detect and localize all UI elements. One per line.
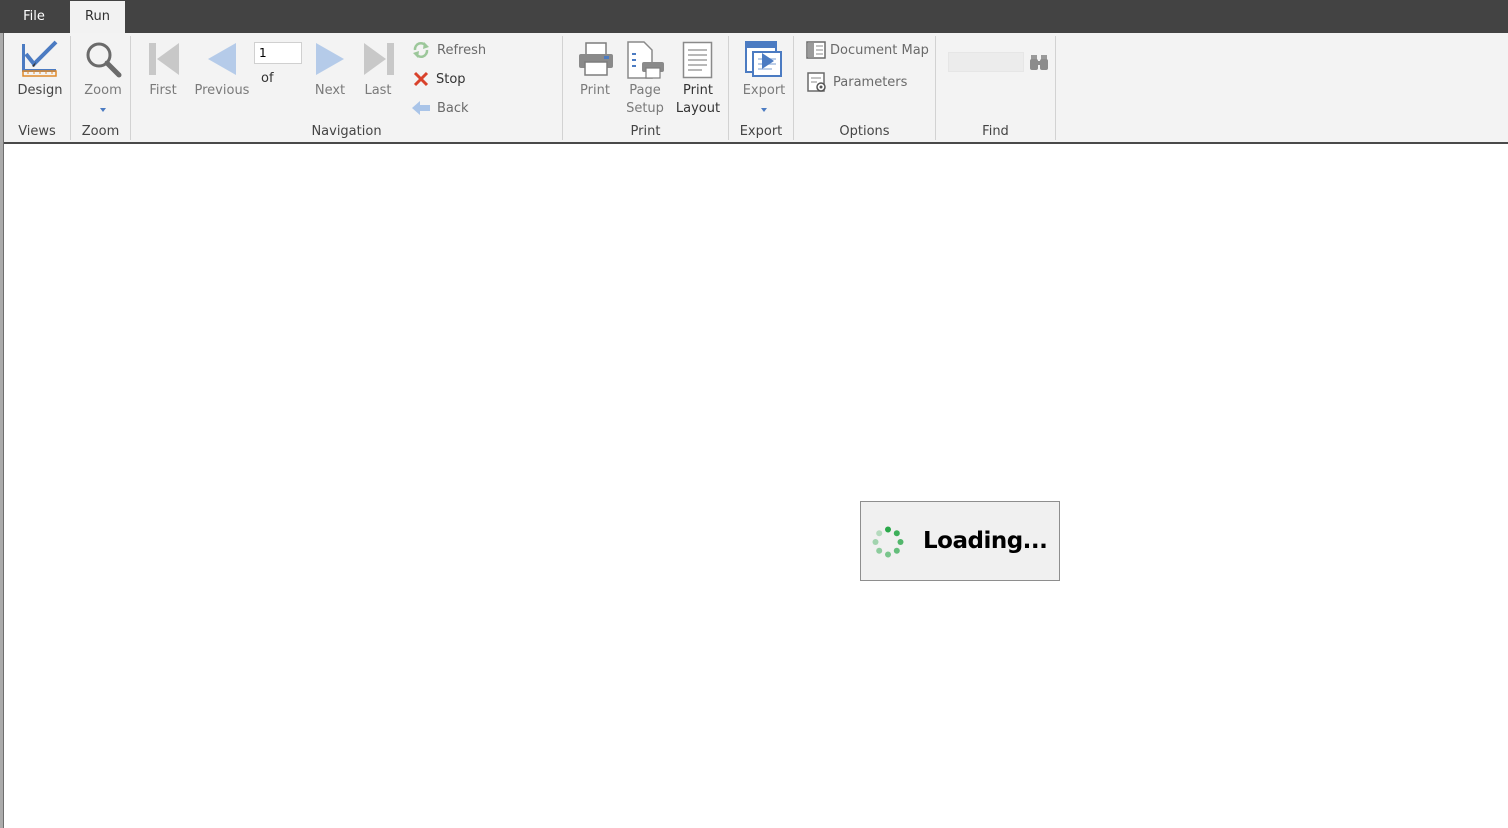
design-icon xyxy=(22,40,58,77)
back-arrow-icon xyxy=(412,101,430,115)
printer-icon xyxy=(579,42,613,76)
stop-label: Stop xyxy=(436,71,466,87)
refresh-button[interactable]: Refresh xyxy=(411,40,486,60)
document-map-icon xyxy=(806,41,826,59)
chevron-down-icon xyxy=(100,108,106,112)
print-label: Print xyxy=(580,83,610,98)
group-label-views: Views xyxy=(18,124,56,139)
group-label-options: Options xyxy=(839,124,890,139)
document-map-label: Document Map xyxy=(830,42,929,58)
stop-button[interactable]: Stop xyxy=(412,69,466,89)
spinner-icon xyxy=(872,526,904,558)
loading-dialog: Loading... xyxy=(860,501,1060,581)
previous-label: Previous xyxy=(194,83,250,98)
document-map-button[interactable]: Document Map xyxy=(806,40,929,60)
page-number-input[interactable] xyxy=(254,42,302,64)
parameters-button[interactable]: Parameters xyxy=(807,72,907,92)
export-icon xyxy=(745,41,782,77)
print-layout-icon xyxy=(682,41,713,79)
print-layout-label-line2: Layout xyxy=(675,101,721,116)
page-count-label: of xyxy=(261,71,274,86)
tab-file[interactable]: File xyxy=(12,0,56,33)
page-setup-icon xyxy=(627,41,664,79)
last-label: Last xyxy=(364,83,392,98)
window-left-border-line xyxy=(3,33,4,828)
last-page-icon xyxy=(364,43,394,75)
parameters-label: Parameters xyxy=(833,74,908,90)
group-label-print: Print xyxy=(630,124,661,139)
tab-run[interactable]: Run xyxy=(70,1,125,33)
arrow-left-icon xyxy=(208,43,236,75)
first-label: First xyxy=(149,83,177,98)
next-label: Next xyxy=(314,83,346,98)
page-setup-label-line1: Page xyxy=(629,83,661,98)
close-icon xyxy=(413,71,429,87)
binoculars-icon[interactable] xyxy=(1029,53,1049,71)
zoom-label: Zoom xyxy=(84,83,122,98)
back-label: Back xyxy=(437,100,469,116)
print-layout-label-line1: Print xyxy=(683,83,713,98)
group-label-navigation: Navigation xyxy=(311,124,382,139)
parameters-icon xyxy=(807,72,826,92)
refresh-label: Refresh xyxy=(437,42,487,58)
first-page-icon xyxy=(149,43,179,75)
chevron-down-icon xyxy=(761,108,767,112)
find-input[interactable] xyxy=(948,52,1024,72)
group-label-zoom: Zoom xyxy=(81,124,120,139)
group-separator xyxy=(1055,36,1056,140)
refresh-icon xyxy=(413,42,429,58)
loading-text: Loading... xyxy=(923,528,1048,554)
back-button[interactable]: Back xyxy=(411,98,469,118)
magnifier-icon xyxy=(86,42,122,78)
group-label-find: Find xyxy=(982,124,1009,139)
design-label: Design xyxy=(17,83,63,98)
menu-bar: File Run xyxy=(0,0,1508,33)
export-label: Export xyxy=(742,83,786,98)
group-label-export: Export xyxy=(739,124,783,139)
page-setup-label-line2: Setup xyxy=(626,101,664,116)
arrow-right-icon xyxy=(316,43,344,75)
